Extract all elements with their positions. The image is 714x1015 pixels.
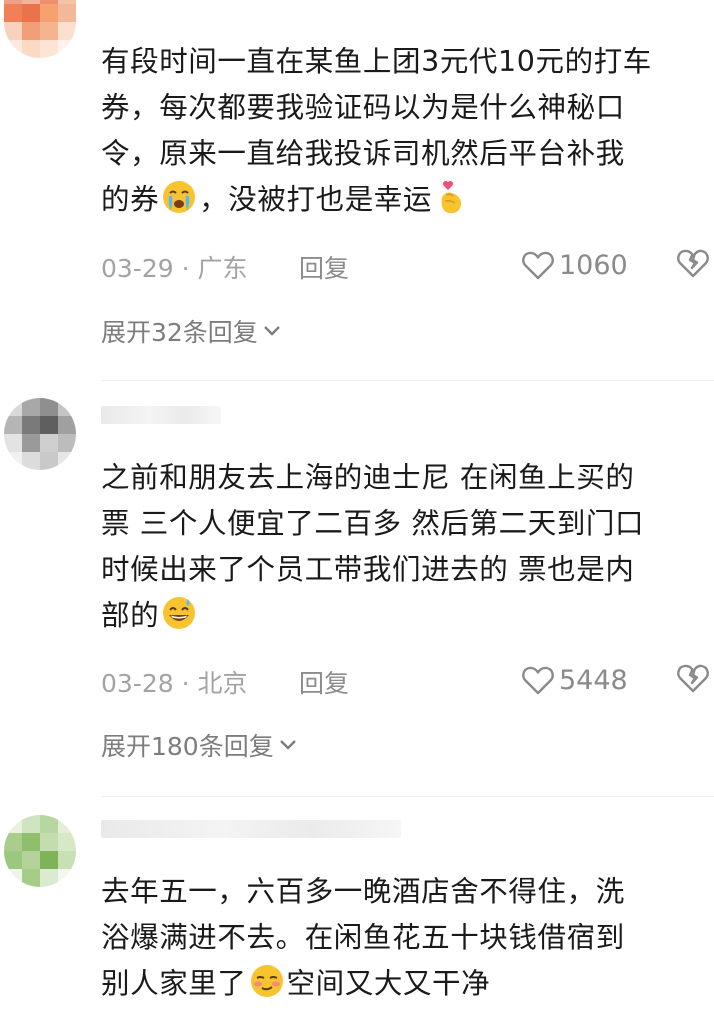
comment-line: 部的 (101, 593, 701, 639)
like-count: 5448 (559, 664, 628, 696)
avatar[interactable] (4, 0, 76, 58)
like-button[interactable]: 5448 (521, 660, 628, 700)
comment-meta: 03-29 · 广东 回复 1060 (101, 245, 711, 285)
comment-line: 时候出来了个员工带我们进去的 票也是内 (101, 553, 635, 586)
comment-divider (101, 796, 714, 797)
expand-replies-label: 展开32条回复 (101, 318, 258, 347)
smirking-blush-emoji (250, 965, 283, 997)
comment-line: 有段时间一直在某鱼上团3元代10元的打车 (101, 45, 652, 78)
comment-line: 别人家里了 空间又大又干净 (101, 961, 701, 1007)
username (101, 820, 401, 838)
separator: · (173, 254, 198, 283)
comment-text: 之前和朋友去上海的迪士尼 在闲鱼上买的 票 三个人便宜了二百多 然后第二天到门口… (101, 455, 701, 639)
heart-icon (522, 666, 554, 695)
comment-line: 令，原来一直给我投诉司机然后平台补我 (101, 137, 625, 170)
comment-line: 券，每次都要我验证码以为是什么神秘口 (101, 91, 625, 124)
comment-line: 票 三个人便宜了二百多 然后第二天到门口 (101, 507, 645, 540)
comment-line-part: 部的 (101, 599, 160, 632)
comment-line: 浴爆满进不去。在闲鱼花五十块钱借宿到 (101, 921, 625, 954)
comment-line: 的券 ，没被打也是幸运 (101, 177, 701, 223)
crying-face-emoji (163, 181, 196, 213)
comment-divider (101, 380, 714, 381)
comment-line-part: ，没被打也是幸运 (199, 183, 433, 216)
avatar[interactable] (4, 815, 76, 887)
date-location: 03-29 · 广东 (101, 249, 248, 285)
dislike-button[interactable] (676, 662, 710, 700)
chevron-down-icon (279, 740, 296, 750)
date-location: 03-28 · 北京 (101, 664, 248, 700)
comment-line-part: 的券 (101, 183, 160, 216)
comment-text: 去年五一，六百多一晚酒店舍不得住，洗 浴爆满进不去。在闲鱼花五十块钱借宿到 别人… (101, 869, 701, 1007)
comment-date: 03-28 (101, 669, 174, 698)
separator: · (173, 669, 198, 698)
avatar[interactable] (4, 398, 76, 470)
comment-text: 有段时间一直在某鱼上团3元代10元的打车 券，每次都要我验证码以为是什么神秘口 … (101, 39, 701, 223)
expand-replies-label: 展开180条回复 (101, 732, 274, 761)
comment-location: 北京 (197, 669, 248, 698)
dislike-button[interactable] (676, 247, 710, 285)
comment-line: 去年五一，六百多一晚酒店舍不得住，洗 (101, 875, 625, 908)
comment-meta: 03-28 · 北京 回复 5448 (101, 660, 711, 700)
comment-location: 广东 (197, 254, 248, 283)
expand-replies-button[interactable]: 展开180条回复 (101, 727, 298, 763)
broken-heart-icon (677, 664, 709, 693)
comment-line-part: 空间又大又干净 (286, 967, 491, 1000)
reply-button[interactable]: 回复 (299, 664, 349, 700)
broken-heart-icon (677, 249, 709, 278)
comment-line: 之前和朋友去上海的迪士尼 在闲鱼上买的 (101, 461, 635, 494)
expand-replies-button[interactable]: 展开32条回复 (101, 313, 282, 349)
username (101, 406, 221, 424)
heart-icon (522, 251, 554, 280)
grinning-sweat-emoji (163, 597, 196, 629)
chevron-down-icon (263, 326, 280, 336)
like-count: 1060 (559, 249, 628, 281)
reply-button[interactable]: 回复 (299, 249, 349, 285)
comment-line-part: 别人家里了 (101, 967, 247, 1000)
comment-date: 03-29 (101, 254, 174, 283)
finger-heart-emoji (441, 180, 462, 214)
like-button[interactable]: 1060 (521, 245, 628, 285)
